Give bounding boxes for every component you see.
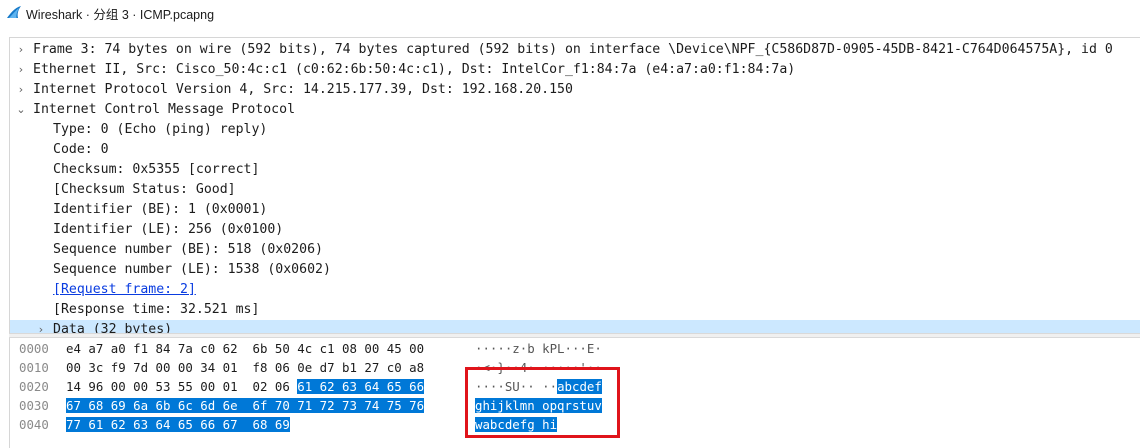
detail-row[interactable]: Sequence number (BE): 518 (0x0206) — [10, 240, 1140, 260]
byte-offset: 0000 — [19, 341, 49, 356]
chevron-right-icon[interactable]: › — [14, 60, 28, 80]
hex-bytes-highlighted[interactable]: 61 62 63 64 65 66 — [297, 379, 425, 394]
hex-bytes-highlighted[interactable]: 77 61 62 63 64 65 66 67 68 69 — [66, 417, 290, 432]
red-callout-box — [465, 367, 620, 438]
detail-row-label: Sequence number (LE): 1538 (0x0602) — [53, 262, 331, 277]
detail-row-label: [Checksum Status: Good] — [53, 182, 236, 197]
detail-row[interactable]: Checksum: 0x5355 [correct] — [10, 160, 1140, 180]
hex-bytes-plain[interactable]: 14 96 00 00 53 55 00 01 02 06 — [66, 379, 297, 394]
detail-row[interactable]: › Frame 3: 74 bytes on wire (592 bits), 7… — [10, 40, 1140, 60]
chevron-right-icon[interactable]: › — [14, 40, 28, 60]
byte-offset: 0040 — [19, 417, 49, 432]
byte-offset: 0010 — [19, 360, 49, 375]
detail-row-label: Code: 0 — [53, 142, 109, 157]
request-frame-link[interactable]: [Request frame: 2] — [53, 280, 196, 300]
hex-bytes-plain[interactable]: 00 3c f9 7d 00 00 34 01 f8 06 0e d7 b1 2… — [66, 360, 424, 375]
detail-row[interactable]: › Data (32 bytes) — [10, 320, 1140, 333]
byte-offset: 0020 — [19, 379, 49, 394]
detail-row-label: Identifier (BE): 1 (0x0001) — [53, 202, 268, 217]
ascii-bytes[interactable]: ·····z·b kPL···E· — [475, 339, 602, 359]
window-title: Wireshark · 分组 3 · ICMP.pcapng — [26, 8, 215, 22]
detail-row[interactable]: › Ethernet II, Src: Cisco_50:4c:c1 (c0:62… — [10, 60, 1140, 80]
detail-row-label: [Response time: 32.521 ms] — [53, 302, 260, 317]
detail-row[interactable]: Sequence number (LE): 1538 (0x0602) — [10, 260, 1140, 280]
hex-bytes[interactable]: 00 3c f9 7d 00 00 34 01 f8 06 0e d7 b1 2… — [66, 358, 424, 378]
chevron-right-icon[interactable]: › — [34, 320, 48, 333]
hex-bytes[interactable]: 67 68 69 6a 6b 6c 6d 6e 6f 70 71 72 73 7… — [66, 396, 425, 416]
hex-bytes-plain[interactable]: e4 a7 a0 f1 84 7a c0 62 6b 50 4c c1 08 0… — [66, 341, 424, 356]
detail-row-label: Type: 0 (Echo (ping) reply) — [53, 122, 268, 137]
title-bar: Wireshark · 分组 3 · ICMP.pcapng — [0, 0, 1140, 28]
detail-row[interactable]: [Checksum Status: Good] — [10, 180, 1140, 200]
hex-bytes[interactable]: 77 61 62 63 64 65 66 67 68 69 — [66, 415, 290, 435]
hex-bytes[interactable]: 14 96 00 00 53 55 00 01 02 06 61 62 63 6… — [66, 377, 425, 397]
detail-row[interactable]: Type: 0 (Echo (ping) reply) — [10, 120, 1140, 140]
chevron-right-icon[interactable]: › — [14, 80, 28, 100]
detail-row[interactable]: Identifier (BE): 1 (0x0001) — [10, 200, 1140, 220]
detail-row-label: Sequence number (BE): 518 (0x0206) — [53, 242, 323, 257]
wireshark-fin-icon — [7, 6, 21, 18]
detail-row-label: Data (32 bytes) — [53, 322, 173, 333]
packet-details-tree[interactable]: › Frame 3: 74 bytes on wire (592 bits), 7… — [9, 37, 1140, 333]
detail-row-label: Identifier (LE): 256 (0x0100) — [53, 222, 284, 237]
ascii-plain[interactable]: ·····z·b kPL···E· — [475, 341, 602, 356]
detail-row[interactable]: › Internet Protocol Version 4, Src: 14.21… — [10, 80, 1140, 100]
hex-bytes-highlighted[interactable]: 67 68 69 6a 6b 6c 6d 6e 6f 70 71 72 73 7… — [66, 398, 425, 413]
detail-row-label: Checksum: 0x5355 [correct] — [53, 162, 260, 177]
detail-row[interactable]: [Request frame: 2] — [10, 280, 1140, 300]
detail-row-label: Internet Control Message Protocol — [33, 102, 296, 117]
detail-row-label: Ethernet II, Src: Cisco_50:4c:c1 (c0:62:… — [33, 62, 796, 77]
byte-row: 0000 e4 a7 a0 f1 84 7a c0 62 6b 50 4c c1 … — [10, 339, 650, 359]
chevron-down-icon[interactable]: ⌄ — [14, 100, 28, 120]
detail-row-label: Internet Protocol Version 4, Src: 14.215… — [33, 82, 573, 97]
byte-offset: 0030 — [19, 398, 49, 413]
detail-row[interactable]: Code: 0 — [10, 140, 1140, 160]
detail-row[interactable]: [Response time: 32.521 ms] — [10, 300, 1140, 320]
detail-row[interactable]: Identifier (LE): 256 (0x0100) — [10, 220, 1140, 240]
hex-bytes[interactable]: e4 a7 a0 f1 84 7a c0 62 6b 50 4c c1 08 0… — [66, 339, 424, 359]
detail-row-label: Frame 3: 74 bytes on wire (592 bits), 74… — [33, 42, 1113, 57]
detail-row[interactable]: ⌄ Internet Control Message Protocol — [10, 100, 1140, 120]
